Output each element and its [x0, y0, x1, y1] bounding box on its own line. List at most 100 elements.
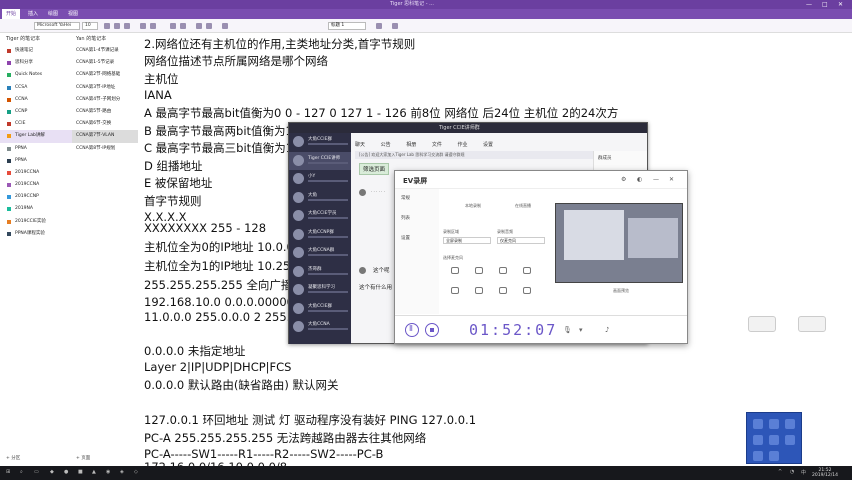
record-area-select[interactable]: 全屏录制 — [443, 237, 491, 244]
chat-tab[interactable]: 相册 — [406, 142, 416, 148]
app-icon[interactable]: ■ — [78, 469, 83, 475]
section-item[interactable]: 2019NA — [0, 203, 72, 215]
section-item[interactable]: 2019CCNP — [0, 191, 72, 203]
highlight-icon[interactable] — [140, 23, 146, 29]
nav-list[interactable]: 列表 — [395, 209, 439, 229]
section-item[interactable]: CCNA — [0, 94, 72, 106]
microphone-icon[interactable]: 🎙 — [563, 326, 572, 334]
filter-page-popup[interactable]: 筛选页面 — [359, 163, 390, 175]
section-item[interactable]: PPNA — [0, 155, 72, 167]
font-size-select[interactable]: 10 — [82, 22, 98, 30]
section-item[interactable]: Quick Notes — [0, 69, 72, 81]
text-icon[interactable] — [499, 267, 507, 274]
page-item[interactable]: CCNA第1-4节课记录 — [72, 45, 138, 57]
chat-tab[interactable]: 公告 — [381, 142, 391, 148]
app-icon[interactable]: ◉ — [106, 469, 110, 475]
chat-tab[interactable]: 作业 — [457, 142, 467, 148]
page-item[interactable]: CCNA第4节-子网划分 — [72, 94, 138, 106]
task-view-icon[interactable]: ▭ — [34, 469, 39, 475]
minimize-icon[interactable]: — — [653, 176, 659, 183]
notebook-header[interactable]: Tiger 的笔记本 — [0, 33, 72, 45]
contact-item[interactable]: 小Y — [289, 170, 351, 189]
section-item[interactable]: CCNP — [0, 106, 72, 118]
contact-item[interactable]: 大角CCNA — [289, 318, 351, 337]
page-item[interactable]: CCNA第5节-路由 — [72, 106, 138, 118]
section-header[interactable]: Yan 的笔记本 — [72, 33, 138, 45]
underline-icon[interactable] — [124, 23, 130, 29]
ime-indicator[interactable]: 中 — [801, 469, 806, 476]
app-icon[interactable]: ◇ — [134, 469, 138, 475]
tool-icon[interactable] — [753, 451, 763, 461]
skin-icon[interactable]: ◐ — [637, 176, 642, 183]
image-icon[interactable] — [523, 267, 531, 274]
chat-tab[interactable]: 设置 — [483, 142, 493, 148]
contact-item[interactable]: 凝聚思科学习 — [289, 281, 351, 300]
italic-icon[interactable] — [114, 23, 120, 29]
section-item[interactable]: 2019CCIE实验 — [0, 216, 72, 228]
section-item[interactable]: PPNA课程实验 — [0, 228, 72, 240]
tool-icon[interactable] — [753, 435, 763, 445]
add-section-button[interactable]: + 分区 — [6, 455, 20, 461]
live-stream-tab[interactable]: 在线直播 — [515, 203, 531, 209]
outdent-icon[interactable] — [206, 23, 212, 29]
contact-item[interactable]: 杰哥群 — [289, 263, 351, 282]
camera-icon[interactable] — [451, 267, 459, 274]
start-icon[interactable]: ⊞ — [6, 469, 10, 475]
thumbnail[interactable] — [748, 316, 776, 332]
nav-settings[interactable]: 设置 — [395, 229, 439, 249]
tool-icon[interactable] — [785, 419, 795, 429]
maximize-button[interactable]: □ — [822, 0, 828, 9]
add-page-button[interactable]: + 页面 — [76, 455, 90, 461]
schedule-icon[interactable] — [523, 287, 531, 294]
volume-icon[interactable]: ♪ — [605, 326, 609, 334]
tab-view[interactable]: 视图 — [68, 9, 78, 19]
contact-item[interactable]: 大角CCIE学员 — [289, 207, 351, 226]
stop-button[interactable] — [425, 323, 439, 337]
record-audio-select[interactable]: 仅麦克风 — [497, 237, 545, 244]
contact-item[interactable]: 大角CCIE群 — [289, 300, 351, 319]
close-button[interactable]: ✕ — [838, 0, 843, 9]
brush-icon[interactable] — [451, 287, 459, 294]
contact-item[interactable]: 大角CCNP群 — [289, 226, 351, 245]
contact-item[interactable]: 大角 — [289, 189, 351, 208]
app-icon[interactable]: ◈ — [120, 469, 124, 475]
nav-general[interactable]: 常规 — [395, 189, 439, 209]
chat-tab[interactable]: 文件 — [432, 142, 442, 148]
style-select[interactable]: 标题 1 — [328, 22, 366, 30]
tool-icon[interactable] — [753, 419, 763, 429]
contact-item[interactable]: 大角CCNA群 — [289, 244, 351, 263]
network-icon[interactable]: ◔ — [790, 469, 794, 475]
align-icon[interactable] — [222, 23, 228, 29]
close-icon[interactable]: ✕ — [669, 176, 674, 183]
tab-draw[interactable]: 绘图 — [48, 9, 58, 19]
minimize-button[interactable]: — — [806, 0, 812, 9]
todo-icon[interactable] — [392, 23, 398, 29]
font-color-icon[interactable] — [150, 23, 156, 29]
indent-icon[interactable] — [196, 23, 202, 29]
clock[interactable]: 21:52 2019/12/14 — [812, 468, 838, 478]
tag-icon[interactable] — [376, 23, 382, 29]
local-record-tab[interactable]: 本地录制 — [465, 203, 481, 209]
settings-icon[interactable]: ⚙ — [621, 176, 626, 183]
tool-icon[interactable] — [769, 419, 779, 429]
bullets-icon[interactable] — [170, 23, 176, 29]
section-item[interactable]: 快速笔记 — [0, 45, 72, 57]
section-item[interactable]: CCIE — [0, 118, 72, 130]
page-item[interactable]: CCNA第3节-IP地址 — [72, 82, 138, 94]
dropdown-icon[interactable]: ▾ — [579, 326, 583, 334]
tab-home[interactable]: 开始 — [2, 9, 21, 19]
bold-icon[interactable] — [104, 23, 110, 29]
section-item-selected[interactable]: Tiger Lab讲解 — [0, 130, 72, 143]
thumbnail[interactable] — [798, 316, 826, 332]
section-item[interactable]: PPNA — [0, 143, 72, 155]
section-item[interactable]: CCSA — [0, 82, 72, 94]
chat-tab[interactable]: 聊天 — [355, 142, 365, 148]
watermark-icon[interactable] — [475, 267, 483, 274]
section-item[interactable]: 2019CCNA — [0, 179, 72, 191]
page-item[interactable]: CCNA第1-5节记录 — [72, 57, 138, 69]
timer-icon[interactable] — [475, 287, 483, 294]
tab-insert[interactable]: 插入 — [28, 9, 38, 19]
tool-icon[interactable] — [785, 435, 795, 445]
font-family-select[interactable]: Microsoft YaHei — [34, 22, 80, 30]
tray-icon[interactable]: ^ — [778, 469, 782, 475]
